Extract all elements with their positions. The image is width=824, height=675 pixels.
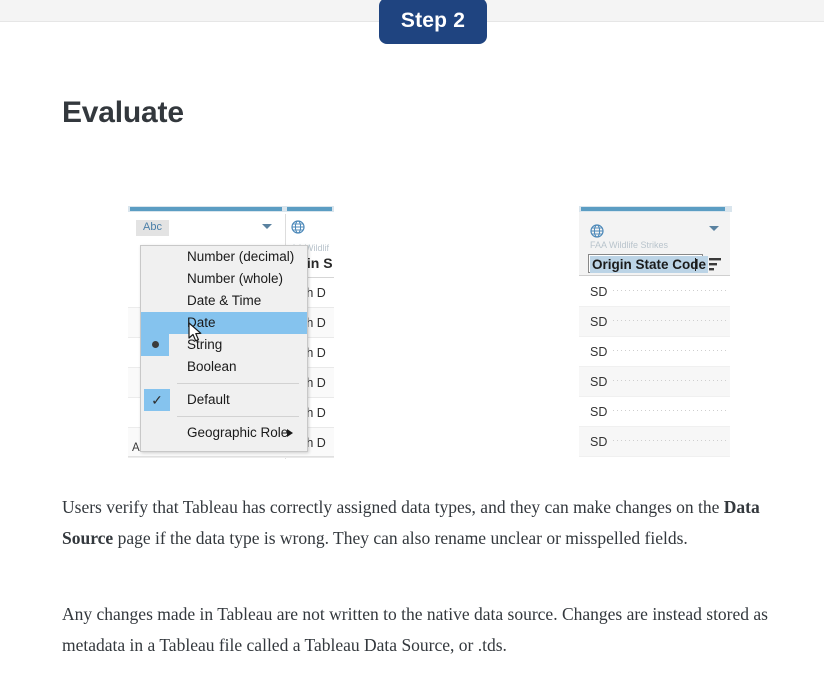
right-accent-fill <box>581 207 725 211</box>
menu-item-label: Default <box>187 392 230 407</box>
paragraph-one: Users verify that Tableau has correctly … <box>62 492 768 554</box>
sort-icon[interactable] <box>709 257 724 276</box>
menu-separator <box>177 416 299 417</box>
row-dot-grid <box>613 350 728 351</box>
step-badge: Step 2 <box>379 0 487 44</box>
cell-value: SD <box>590 315 608 329</box>
cell-value: SD <box>590 405 608 419</box>
text-caret <box>695 258 696 271</box>
globe-icon <box>590 224 604 238</box>
field-rename-value: Origin State Code <box>590 256 709 273</box>
table-row: SD <box>579 337 732 367</box>
cell-value: SD <box>590 345 608 359</box>
cell-value: SD <box>590 435 608 449</box>
menu-item-number-whole[interactable]: Number (whole) <box>141 268 307 290</box>
paragraph-two: Any changes made in Tableau are not writ… <box>62 604 768 655</box>
left-accent-fill-a <box>130 207 282 211</box>
row-dot-grid <box>613 440 728 441</box>
paragraph-one-text-b: page if the data type is wrong. They can… <box>113 528 688 548</box>
menu-item-number-decimal[interactable]: Number (decimal) <box>141 246 307 268</box>
table-row: SD <box>579 307 732 337</box>
row-dot-grid <box>613 380 728 381</box>
menu-item-boolean[interactable]: Boolean <box>141 356 307 378</box>
row-dot-grid <box>613 320 728 321</box>
mouse-cursor-icon <box>188 322 203 348</box>
row-dot-grid <box>613 290 728 291</box>
left-accent-bar <box>128 206 334 212</box>
left-tableau-panel: Abc AA Wildlif rigin S outh D outh D out… <box>128 206 334 459</box>
left-bottom-border <box>128 456 334 457</box>
table-row: SD <box>579 277 732 307</box>
menu-item-date[interactable]: Date <box>141 312 307 334</box>
menu-item-date-time[interactable]: Date & Time <box>141 290 307 312</box>
right-panel-edge <box>730 212 732 459</box>
cell-value: SD <box>590 375 608 389</box>
right-data-rows: SD SD SD SD SD SD <box>579 277 732 457</box>
table-row: SD <box>579 397 732 427</box>
chevron-down-icon[interactable] <box>709 226 719 231</box>
row-dot-grid <box>613 410 728 411</box>
page-title: Evaluate <box>62 96 184 129</box>
checkmark-icon: ✓ <box>144 389 170 411</box>
menu-item-default[interactable]: ✓ Default <box>141 389 307 411</box>
table-row: SD <box>579 367 732 397</box>
data-type-dropdown-menu[interactable]: Number (decimal) Number (whole) Date & T… <box>140 245 308 452</box>
cell-value: SD <box>590 285 608 299</box>
submenu-arrow-icon <box>287 429 293 437</box>
radio-selected-icon <box>152 341 159 348</box>
left-accent-fill-b <box>287 207 332 211</box>
data-type-abc-badge[interactable]: Abc <box>136 220 169 236</box>
menu-item-string[interactable]: String <box>141 334 307 356</box>
right-source-name: FAA Wildlife Strikes <box>590 240 669 250</box>
menu-item-geographic-role[interactable]: Geographic Role <box>141 422 307 444</box>
menu-separator <box>177 383 299 384</box>
chevron-down-icon[interactable] <box>262 224 272 229</box>
field-rename-input[interactable]: Origin State Code <box>588 254 709 273</box>
table-row: SD <box>579 427 732 457</box>
paragraph-one-text-a: Users verify that Tableau has correctly … <box>62 497 724 517</box>
right-tableau-panel: FAA Wildlife Strikes Origin State Code S… <box>579 206 732 459</box>
menu-item-label: Geographic Role <box>187 425 289 440</box>
globe-icon <box>291 220 305 234</box>
